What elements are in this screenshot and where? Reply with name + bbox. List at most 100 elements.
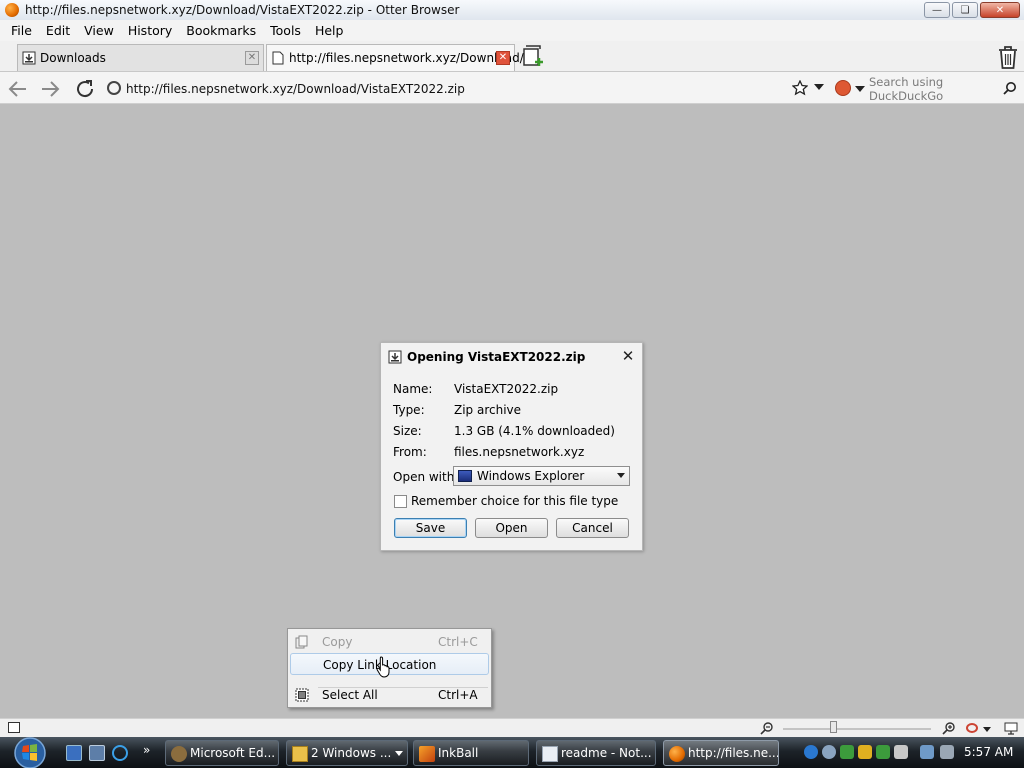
forward-button[interactable]: [38, 78, 62, 100]
folder-icon: [292, 746, 308, 762]
save-button[interactable]: Save: [394, 518, 467, 538]
history-dropdown-icon[interactable]: [814, 84, 824, 90]
tab-bar: Downloads ✕ http://files.nepsnetwork.xyz…: [0, 41, 1024, 72]
menu-history[interactable]: History: [121, 23, 179, 38]
quick-launch-overflow-icon[interactable]: »: [143, 743, 150, 757]
volume-muted-icon[interactable]: [940, 745, 954, 759]
open-with-select[interactable]: Windows Explorer: [453, 466, 630, 486]
sidebar-toggle-icon[interactable]: [8, 722, 20, 733]
closed-tabs-button[interactable]: [996, 44, 1020, 70]
tray-app-icon[interactable]: [804, 745, 818, 759]
content-blocking-icon[interactable]: [966, 723, 978, 733]
menu-item-copy[interactable]: Copy Ctrl+C: [290, 631, 489, 653]
tray-check-icon[interactable]: [876, 745, 890, 759]
internet-explorer-icon[interactable]: [112, 745, 128, 761]
mouse-cursor-icon: [376, 656, 392, 678]
back-arrow-icon: [8, 81, 26, 97]
tab-current-page[interactable]: http://files.nepsnetwork.xyz/Download/..…: [266, 44, 535, 71]
minimize-button[interactable]: —: [924, 2, 950, 18]
taskbar-item[interactable]: 2 Windows ...: [286, 740, 408, 766]
menu-item-label: Select All: [322, 688, 378, 702]
notepad-icon: [542, 746, 558, 762]
tab-label: Downloads: [40, 51, 106, 65]
taskbar-item-label: 2 Windows ...: [311, 746, 392, 760]
open-button[interactable]: Open: [475, 518, 548, 538]
title-bar: http://files.nepsnetwork.xyz/Download/Vi…: [0, 0, 1024, 20]
reload-button[interactable]: [73, 78, 97, 100]
back-button[interactable]: [6, 78, 30, 100]
network-icon[interactable]: [920, 745, 934, 759]
menu-edit[interactable]: Edit: [39, 23, 77, 38]
search-icon[interactable]: [1003, 81, 1017, 98]
name-label: Name:: [393, 382, 433, 396]
network-icon[interactable]: [1004, 721, 1018, 738]
address-input[interactable]: http://files.nepsnetwork.xyz/Download/Vi…: [126, 82, 465, 96]
zoom-slider-track[interactable]: [783, 728, 931, 730]
globe-icon: [107, 81, 121, 95]
inkball-icon: [419, 746, 435, 762]
media-icon: [171, 746, 187, 762]
search-input[interactable]: Search using DuckDuckGo: [869, 75, 1021, 103]
new-tab-button[interactable]: [522, 44, 546, 68]
name-value: VistaEXT2022.zip: [454, 382, 559, 396]
address-bar[interactable]: http://files.nepsnetwork.xyz/Download/Vi…: [104, 78, 830, 99]
close-dialog-icon[interactable]: ✕: [620, 347, 636, 365]
status-bar: [0, 718, 1024, 737]
start-button[interactable]: [8, 737, 50, 768]
chevron-down-icon[interactable]: [983, 727, 991, 732]
menu-bookmarks[interactable]: Bookmarks: [179, 23, 263, 38]
menu-bar: File Edit View History Bookmarks Tools H…: [0, 20, 1024, 41]
zoom-in-icon[interactable]: [942, 721, 956, 738]
size-label: Size:: [393, 424, 422, 438]
taskbar-item[interactable]: Microsoft Ed...: [165, 740, 279, 766]
menu-item-select-all[interactable]: Select All Ctrl+A: [290, 684, 489, 706]
download-icon: [388, 350, 402, 364]
remember-choice-label[interactable]: Remember choice for this file type: [411, 494, 618, 508]
tray-check-icon[interactable]: [840, 745, 854, 759]
tray-app-icon[interactable]: [894, 745, 908, 759]
remember-choice-checkbox[interactable]: [394, 495, 407, 508]
zoom-slider-thumb[interactable]: [830, 721, 837, 733]
menu-item-label: Copy: [322, 635, 353, 649]
taskbar-item-label: InkBall: [438, 746, 479, 760]
open-with-value: Windows Explorer: [477, 469, 585, 483]
bookmark-star-icon[interactable]: [791, 79, 809, 96]
menu-file[interactable]: File: [4, 23, 39, 38]
close-window-button[interactable]: ✕: [980, 2, 1020, 18]
tab-downloads[interactable]: Downloads ✕: [17, 44, 264, 71]
taskbar-item[interactable]: http://files.ne...: [663, 740, 779, 766]
menu-help[interactable]: Help: [308, 23, 351, 38]
open-with-label: Open with:: [393, 470, 459, 484]
chevron-down-icon: [617, 473, 625, 478]
close-tab-icon[interactable]: ✕: [496, 51, 510, 65]
window-title: http://files.nepsnetwork.xyz/Download/Vi…: [25, 3, 460, 17]
new-tab-icon: [523, 45, 543, 66]
reload-icon: [77, 80, 94, 98]
menu-view[interactable]: View: [77, 23, 121, 38]
otter-browser-icon: [5, 3, 19, 17]
menu-item-shortcut: Ctrl+C: [438, 635, 478, 649]
clock[interactable]: 5:57 AM: [964, 745, 1013, 759]
maximize-button[interactable]: ❏: [952, 2, 978, 18]
switch-windows-icon[interactable]: [89, 745, 105, 761]
duckduckgo-icon[interactable]: [835, 80, 851, 96]
menu-tools[interactable]: Tools: [263, 23, 308, 38]
taskbar: » Microsoft Ed... 2 Windows ... InkBall …: [0, 737, 1024, 768]
close-tab-icon[interactable]: ✕: [245, 51, 259, 65]
windows-logo-icon: [14, 737, 46, 768]
search-engine-dropdown-icon[interactable]: [855, 86, 865, 92]
tray-app-icon[interactable]: [822, 745, 836, 759]
show-desktop-icon[interactable]: [66, 745, 82, 761]
security-shield-icon[interactable]: [858, 745, 872, 759]
zoom-out-icon[interactable]: [760, 721, 774, 738]
dialog-title: Opening VistaEXT2022.zip: [407, 350, 586, 364]
taskbar-item[interactable]: InkBall: [413, 740, 529, 766]
taskbar-item[interactable]: readme - Not...: [536, 740, 656, 766]
from-label: From:: [393, 445, 427, 459]
search-bar[interactable]: Search using DuckDuckGo: [833, 75, 1021, 103]
forward-arrow-icon: [42, 81, 60, 97]
navigation-bar: http://files.nepsnetwork.xyz/Download/Vi…: [0, 72, 1024, 104]
select-all-icon: [295, 688, 309, 702]
cancel-button[interactable]: Cancel: [556, 518, 629, 538]
taskbar-item-label: http://files.ne...: [688, 746, 779, 760]
